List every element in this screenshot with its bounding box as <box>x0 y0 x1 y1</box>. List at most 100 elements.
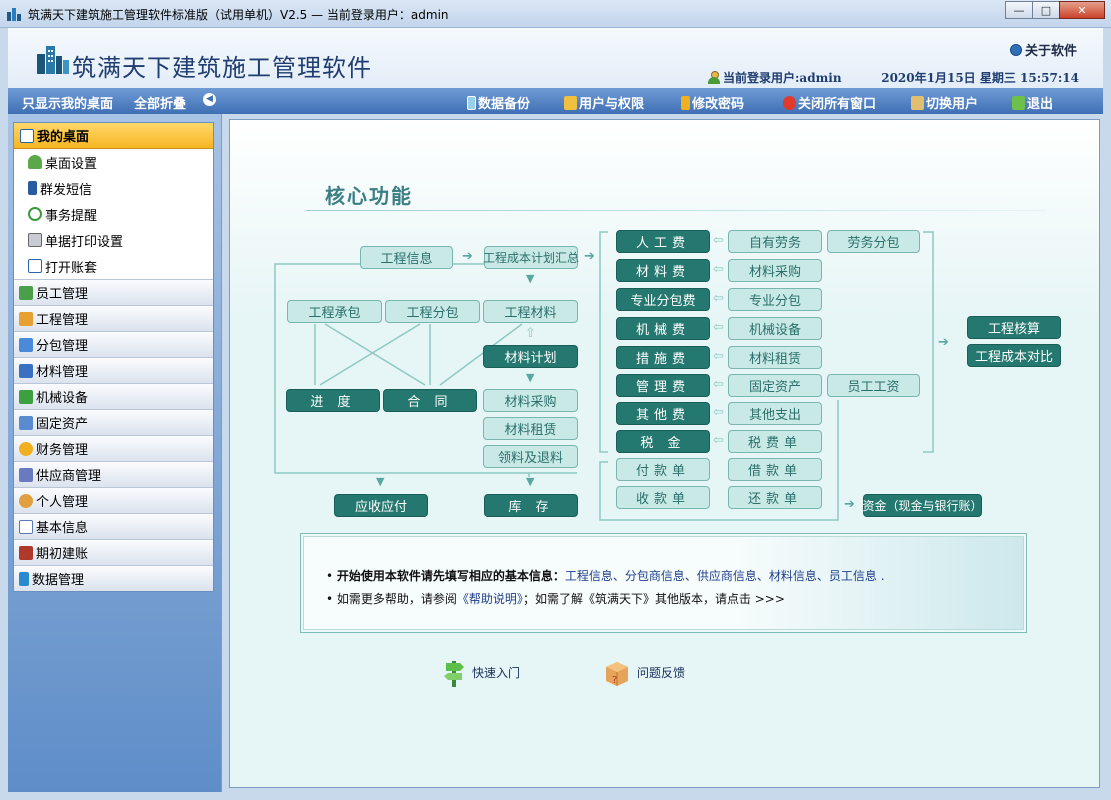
about-link[interactable]: 关于软件 <box>1009 40 1077 59</box>
house-icon <box>19 311 33 326</box>
flow-measure-fee[interactable]: 措施费 <box>616 346 710 369</box>
supplier-icon <box>19 467 33 482</box>
sidebar-group-subcontract[interactable]: 分包管理 <box>14 331 213 357</box>
sidebar-item-desktop-settings[interactable]: 桌面设置 <box>14 149 213 175</box>
sidebar-item-my-desktop[interactable]: 我的桌面 <box>14 123 213 149</box>
flow-cost-plan[interactable]: 工程成本计划汇总 <box>483 246 579 269</box>
flow-own-labor[interactable]: 自有劳务 <box>728 230 822 253</box>
collapse-all-button[interactable]: 全部折叠 <box>134 93 186 112</box>
sidebar-group-suppliers[interactable]: 供应商管理 <box>14 461 213 487</box>
flow-material-rent[interactable]: 材料租赁 <box>483 417 578 440</box>
flow-receivable[interactable]: 应收应付 <box>334 494 428 517</box>
sidebar-group-label: 材料管理 <box>36 365 89 380</box>
flow-labor-fee[interactable]: 人工费 <box>616 230 710 253</box>
sidebar-group-staff[interactable]: 员工管理 <box>14 279 213 305</box>
exit-label: 退出 <box>1027 97 1054 112</box>
flow-material-rent-2[interactable]: 材料租赁 <box>728 346 822 369</box>
flow-other-expense[interactable]: 其他支出 <box>728 402 822 425</box>
flow-subcontract-fee[interactable]: 专业分包费 <box>616 288 710 311</box>
database-icon <box>467 95 476 110</box>
info-line-2-b[interactable]: ；如需了解《筑满天下》其他版本，请点击 >>> <box>523 592 785 606</box>
switch-user-button[interactable]: 切换用户 <box>911 93 978 112</box>
help-link[interactable]: 《帮助说明》 <box>457 592 523 606</box>
backup-button[interactable]: 数据备份 <box>467 93 530 112</box>
sidebar-group-material[interactable]: 材料管理 <box>14 357 213 383</box>
flow-mech-equipment[interactable]: 机械设备 <box>728 317 822 340</box>
flow-material-purchase[interactable]: 材料采购 <box>483 389 578 412</box>
sidebar-item-group-sms[interactable]: 群发短信 <box>14 175 213 201</box>
hollow-arrow-left-icon: ⇦ <box>713 262 724 277</box>
flow-progress[interactable]: 进 度 <box>286 389 380 412</box>
flow-subcontract[interactable]: 工程分包 <box>385 300 480 323</box>
flow-other-fee[interactable]: 其他费 <box>616 402 710 425</box>
desktop-icon <box>20 128 34 143</box>
basic-info-links[interactable]: 工程信息、分包商信息、供应商信息、材料信息、员工信息 . <box>565 569 885 583</box>
flow-project-info[interactable]: 工程信息 <box>360 246 453 269</box>
flow-salary[interactable]: 员工工资 <box>827 374 920 397</box>
sidebar-group-basic-info[interactable]: 基本信息 <box>14 513 213 539</box>
flow-contract[interactable]: 工程承包 <box>287 300 382 323</box>
exit-icon <box>1012 95 1025 110</box>
arrow-down-icon: ▼ <box>526 371 535 384</box>
hollow-arrow-left-icon: ⇦ <box>713 433 724 448</box>
sidebar-group-finance[interactable]: 财务管理 <box>14 435 213 461</box>
flow-tax-bill[interactable]: 税费单 <box>728 430 822 453</box>
users-permissions-button[interactable]: 用户与权限 <box>564 93 644 112</box>
flow-materials-fee[interactable]: 材料费 <box>616 259 710 282</box>
flow-material-plan[interactable]: 材料计划 <box>483 345 578 368</box>
sidebar-group-fixed-assets[interactable]: 固定资产 <box>14 409 213 435</box>
flow-stock[interactable]: 库 存 <box>484 494 578 517</box>
switch-user-icon <box>911 95 924 110</box>
sidebar-group-data[interactable]: 数据管理 <box>14 565 213 591</box>
flow-tax[interactable]: 税 金 <box>616 430 710 453</box>
flow-repay-bill[interactable]: 还款单 <box>728 486 822 509</box>
feedback-link[interactable]: ? 问题反馈 <box>603 657 685 687</box>
hollow-arrow-left-icon: ⇦ <box>713 291 724 306</box>
hollow-arrow-up-icon: ⇧ <box>525 326 536 341</box>
my-desktop-label: 我的桌面 <box>37 130 90 145</box>
flow-borrow-bill[interactable]: 借款单 <box>728 458 822 481</box>
flow-labor-subcontract[interactable]: 劳务分包 <box>827 230 920 253</box>
sidebar-sub-label: 群发短信 <box>40 182 93 198</box>
close-all-windows-button[interactable]: 关闭所有窗口 <box>783 93 876 112</box>
flow-manage-fee[interactable]: 管理费 <box>616 374 710 397</box>
current-user: 当前登录用户:admin <box>708 69 842 86</box>
desktop-area: 核心功能 工程信息 ➔ 工程成本计划汇总 ➔ ▼ 工程承包 工程分包 工程材料 … <box>229 119 1100 788</box>
flow-machine-fee[interactable]: 机械费 <box>616 317 710 340</box>
ledger-icon <box>19 545 33 560</box>
flow-material[interactable]: 工程材料 <box>483 300 578 323</box>
sidebar-group-label: 数据管理 <box>32 573 85 588</box>
minimize-button[interactable]: — <box>1005 1 1033 19</box>
flow-accounting[interactable]: 工程核算 <box>967 316 1061 339</box>
sidebar-group-project[interactable]: 工程管理 <box>14 305 213 331</box>
flow-receive-bill[interactable]: 收款单 <box>616 486 710 509</box>
user-settings-icon <box>28 155 42 169</box>
only-desktop-button[interactable]: 只显示我的桌面 <box>22 93 113 112</box>
flow-material-purchase-2[interactable]: 材料采购 <box>728 259 822 282</box>
change-password-button[interactable]: 修改密码 <box>681 93 744 112</box>
flow-fixed-asset[interactable]: 固定资产 <box>728 374 822 397</box>
sidebar-item-print-settings[interactable]: 单据打印设置 <box>14 227 213 253</box>
info-icon <box>1009 43 1022 56</box>
quick-start-link[interactable]: 快速入门 <box>442 657 520 687</box>
flow-pro-subcontract[interactable]: 专业分包 <box>728 288 822 311</box>
sidebar-group-label: 分包管理 <box>36 339 89 354</box>
maximize-button[interactable]: □ <box>1032 1 1060 19</box>
sidebar-item-open-account[interactable]: 打开账套 <box>14 253 213 279</box>
flow-pay-bill[interactable]: 付款单 <box>616 458 710 481</box>
flow-agreement[interactable]: 合 同 <box>383 389 477 412</box>
sidebar-group-personal[interactable]: 个人管理 <box>14 487 213 513</box>
flow-funds[interactable]: 资金（现金与银行账） <box>863 494 983 517</box>
sidebar-group-opening[interactable]: 期初建账 <box>14 539 213 565</box>
close-button[interactable]: ✕ <box>1059 1 1105 19</box>
collapse-sidebar-button[interactable]: ◀ <box>203 93 216 106</box>
flow-material-return[interactable]: 领料及退料 <box>483 445 578 468</box>
sidebar-group-label: 财务管理 <box>36 443 89 458</box>
sidebar-group-machinery[interactable]: 机械设备 <box>14 383 213 409</box>
machinery-icon <box>19 389 33 404</box>
backup-label: 数据备份 <box>478 97 531 112</box>
sidebar-item-reminders[interactable]: 事务提醒 <box>14 201 213 227</box>
app-icon <box>7 8 21 21</box>
exit-button[interactable]: 退出 <box>1012 93 1053 112</box>
flow-cost-compare[interactable]: 工程成本对比 <box>967 344 1061 367</box>
